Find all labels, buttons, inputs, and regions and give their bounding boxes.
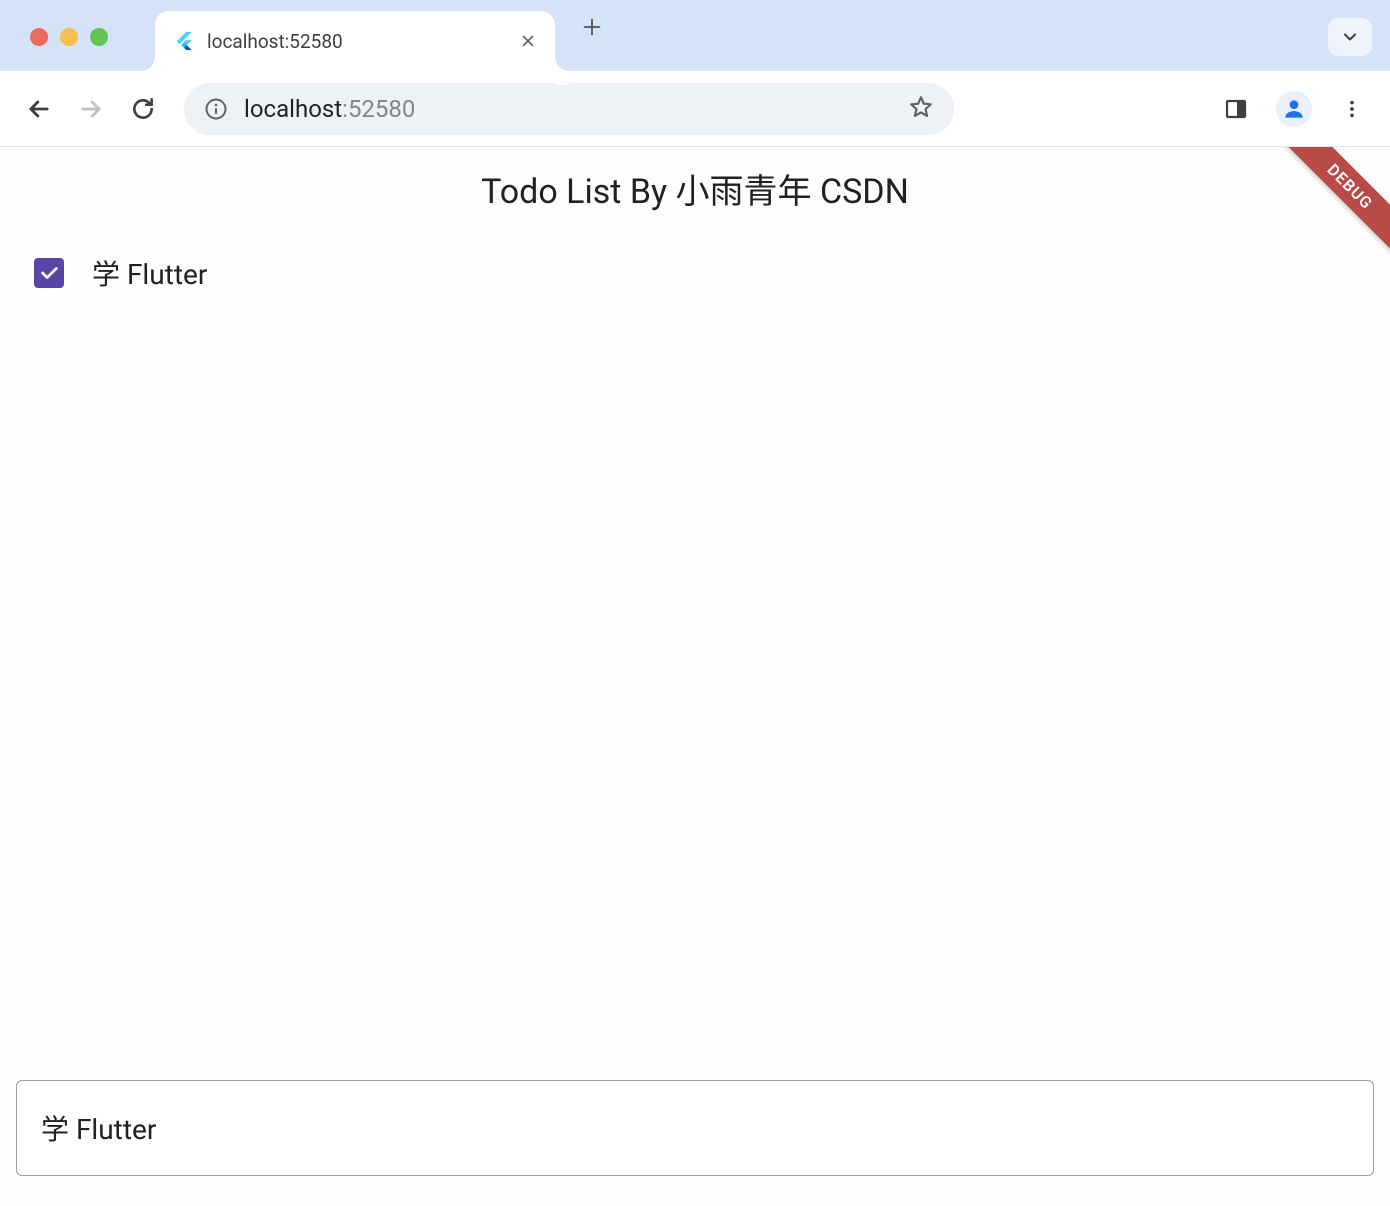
- page-title: Todo List By 小雨青年 CSDN: [481, 164, 909, 213]
- new-tab-button[interactable]: [581, 16, 603, 38]
- side-panel-button[interactable]: [1222, 95, 1250, 123]
- chevron-down-icon: [1340, 27, 1360, 47]
- forward-button[interactable]: [70, 88, 112, 130]
- app-bar: Todo List By 小雨青年 CSDN: [0, 147, 1390, 229]
- site-info-icon[interactable]: [204, 97, 228, 121]
- browser-tabstrip: localhost:52580: [0, 0, 1390, 71]
- todo-checkbox[interactable]: [34, 258, 64, 288]
- flutter-favicon-icon: [173, 30, 195, 52]
- url-port: :52580: [342, 95, 415, 123]
- kebab-icon: [1341, 98, 1363, 120]
- toolbar-right: [1222, 91, 1372, 127]
- back-button[interactable]: [18, 88, 60, 130]
- tab-title: localhost:52580: [207, 30, 507, 53]
- reload-button[interactable]: [122, 88, 164, 130]
- page-viewport: DEBUG Todo List By 小雨青年 CSDN 学 Flutter: [0, 147, 1390, 1206]
- address-bar[interactable]: localhost:52580: [184, 83, 954, 135]
- close-icon: [519, 32, 537, 50]
- close-tab-button[interactable]: [519, 32, 537, 50]
- plus-icon: [581, 16, 603, 38]
- check-icon: [38, 262, 60, 284]
- star-icon: [908, 94, 934, 120]
- arrow-left-icon: [25, 95, 53, 123]
- info-icon: [204, 97, 228, 121]
- menu-button[interactable]: [1338, 95, 1366, 123]
- tabstrip-dropdown-button[interactable]: [1328, 18, 1372, 56]
- reload-icon: [130, 96, 156, 122]
- profile-button[interactable]: [1276, 91, 1312, 127]
- todo-input[interactable]: [16, 1080, 1374, 1176]
- url-host: localhost: [244, 95, 342, 123]
- window-maximize-button[interactable]: [90, 28, 108, 46]
- url-text: localhost:52580: [244, 95, 892, 123]
- input-area: [16, 1080, 1374, 1176]
- browser-toolbar: localhost:52580: [0, 71, 1390, 147]
- browser-tab[interactable]: localhost:52580: [155, 11, 555, 71]
- todo-list: 学 Flutter: [0, 229, 1390, 317]
- todo-label: 学 Flutter: [92, 253, 207, 293]
- bookmark-button[interactable]: [908, 94, 934, 124]
- window-minimize-button[interactable]: [60, 28, 78, 46]
- todo-item[interactable]: 学 Flutter: [0, 235, 1390, 311]
- window-controls: [30, 28, 108, 46]
- arrow-right-icon: [77, 95, 105, 123]
- person-icon: [1281, 96, 1307, 122]
- window-close-button[interactable]: [30, 28, 48, 46]
- panel-icon: [1224, 97, 1248, 121]
